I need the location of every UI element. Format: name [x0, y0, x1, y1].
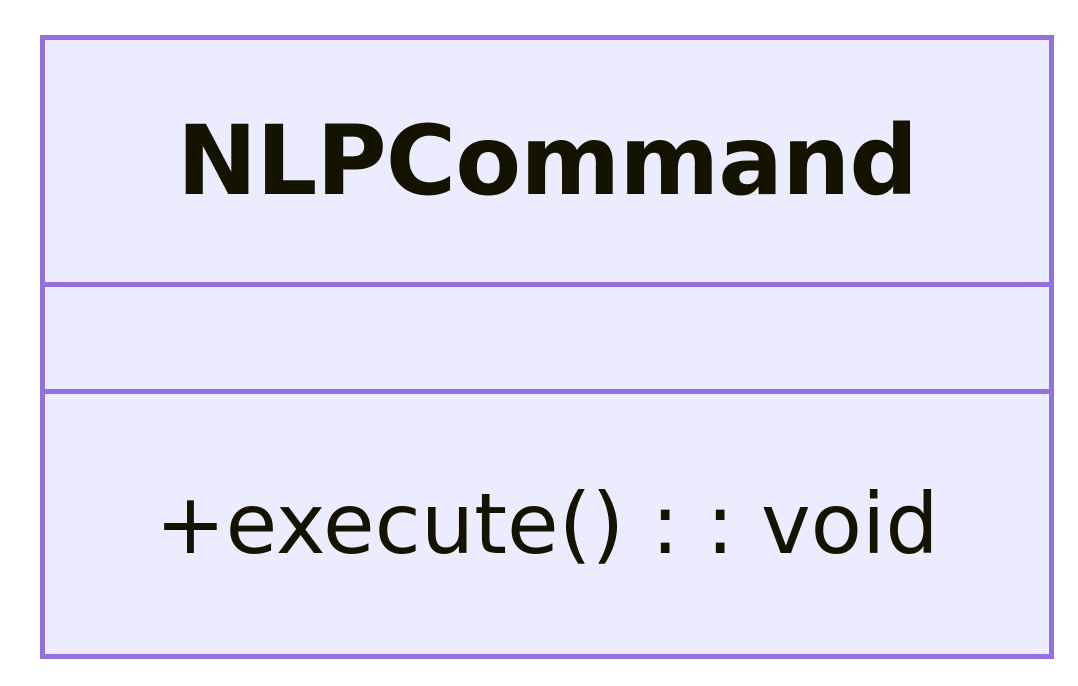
class-name: NLPCommand: [176, 105, 918, 217]
methods-compartment: +execute() : : void: [45, 394, 1049, 654]
attributes-compartment: [45, 287, 1049, 389]
method-execute: +execute() : : void: [155, 475, 939, 573]
diagram-canvas: NLPCommand +execute() : : void: [0, 0, 1078, 686]
uml-class-box: NLPCommand +execute() : : void: [40, 35, 1054, 659]
